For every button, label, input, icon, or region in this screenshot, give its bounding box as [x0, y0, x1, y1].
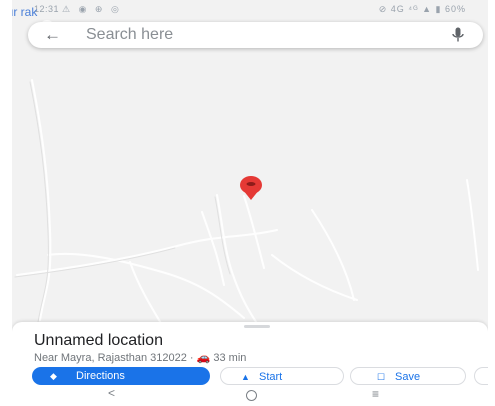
map-pin-icon[interactable]: [237, 175, 265, 201]
map-canvas[interactable]: [12, 0, 488, 330]
bookmark-icon: ☐: [377, 372, 386, 382]
arrow-back-icon[interactable]: ←: [44, 25, 61, 45]
status-bar: 12:31 ⚠ ◉ ⊕ ◎ ⊘ 4G ⁴ᴳ ▲ ▮ 60%: [12, 0, 488, 22]
map-terrain: [12, 0, 488, 330]
more-actions-button[interactable]: [474, 367, 488, 385]
navigation-arrow-icon: ▲: [241, 372, 250, 382]
search-input[interactable]: [86, 25, 426, 45]
save-button[interactable]: ☐ Save: [350, 367, 466, 385]
directions-label: Directions: [76, 370, 125, 382]
nav-recents-icon[interactable]: ≡: [372, 387, 379, 401]
system-status-icons: ⊘ 4G ⁴ᴳ ▲ ▮ 60%: [378, 4, 466, 14]
nav-home-icon[interactable]: [246, 390, 257, 401]
start-button[interactable]: ▲ Start: [220, 367, 344, 385]
directions-button[interactable]: ◆ Directions: [32, 367, 210, 385]
phone-screen: 12:31 ⚠ ◉ ⊕ ◎ ⊘ 4G ⁴ᴳ ▲ ▮ 60% our rak ← …: [12, 0, 488, 406]
start-label: Start: [259, 371, 283, 383]
notification-icons: ⚠ ◉ ⊕ ◎: [62, 4, 122, 14]
place-title: Unnamed location: [34, 332, 163, 349]
nav-back-icon[interactable]: <: [108, 386, 115, 400]
search-bar[interactable]: ←: [28, 22, 483, 48]
place-address: Near Mayra, Rajasthan 312022 · 🚗 33 min: [34, 352, 247, 364]
mic-icon[interactable]: [451, 27, 465, 43]
map-place-label: our rak: [12, 5, 38, 19]
save-label: Save: [395, 371, 421, 383]
directions-icon: ◆: [50, 371, 57, 381]
system-nav-bar: < ≡: [12, 386, 488, 406]
sheet-drag-handle[interactable]: [244, 325, 270, 328]
